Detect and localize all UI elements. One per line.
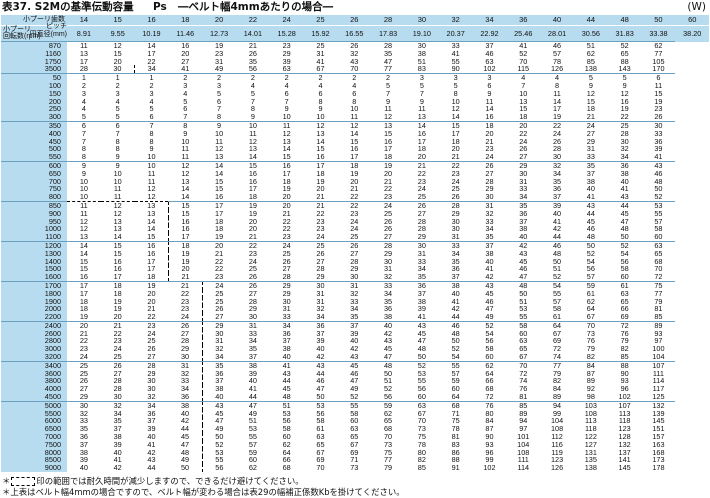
pulley-rpm-pitch-label: 小プーリ 回転数(rpm) ピッチ 円直径(mm) xyxy=(1,23,67,42)
teeth-cell: 25 xyxy=(303,15,338,26)
pitch-diameter-cell: 30.56 xyxy=(573,25,608,42)
capacity-cell: 68 xyxy=(282,463,291,473)
table-id: 表37. S2Mの基準伝動容量 xyxy=(2,1,134,13)
capacity-cell: 102 xyxy=(483,463,496,473)
teeth-cell: 40 xyxy=(540,15,574,26)
pitch-diameter-cell: 9.55 xyxy=(100,25,135,42)
pitch-diameter-cell: 28.01 xyxy=(540,25,574,42)
teeth-cell: 60 xyxy=(675,15,710,26)
footnote-2: ＊上表はベルト幅4mmの場合ですので、ベルト幅が変わる場合は表29の幅補正係数K… xyxy=(2,487,405,497)
pitch-diameter-cell: 19.10 xyxy=(404,25,439,42)
capacity-cell: 70 xyxy=(316,463,325,473)
capacity-cell: 79 xyxy=(384,463,393,473)
pitch-diameter-cell: 38.20 xyxy=(675,25,710,42)
teeth-cell: 50 xyxy=(641,15,676,26)
table-row: 9000 40 42 44 50 56 62 68 70 73 79 85 91 102 114 126 138… xyxy=(1,463,709,473)
teeth-cell: 26 xyxy=(337,15,372,26)
pitch-diameter-cell: 20.37 xyxy=(438,25,473,42)
capacity-cell: 73 xyxy=(350,463,359,473)
pitch-diameter-cell: 22.92 xyxy=(472,25,507,42)
pitch-diameter-cell: 31.83 xyxy=(607,25,642,42)
footnote-1: ＊ 印の範囲では耐久時間が減少しますので、できるだけ避けてください。 xyxy=(2,476,304,486)
pitch-diameter-cell: 8.91 xyxy=(67,25,101,42)
teeth-cell: 18 xyxy=(168,15,203,26)
symbol: Ps xyxy=(153,1,167,13)
diameter-label: 円直径(mm) xyxy=(29,31,67,38)
footnote-1-prefix: ＊ xyxy=(2,476,11,486)
pitch-diameter-cell: 16.55 xyxy=(337,25,372,42)
pitch-diameter-cell: 15.28 xyxy=(269,25,304,42)
unit-label: (W) xyxy=(687,1,706,13)
rpm-cell: 9000 xyxy=(1,464,67,473)
pitch-diameter-cell: 17.83 xyxy=(371,25,405,42)
pitch-diameter-cell: 33.38 xyxy=(641,25,676,42)
capacity-cell: 126 xyxy=(550,463,564,473)
teeth-cell: 32 xyxy=(438,15,473,26)
teeth-cell: 24 xyxy=(269,15,304,26)
teeth-cell: 14 xyxy=(67,15,101,26)
teeth-cell: 44 xyxy=(573,15,608,26)
pitch-diameter-cell: 11.46 xyxy=(168,25,203,42)
capacity-cell: 178 xyxy=(652,463,665,473)
teeth-cell: 28 xyxy=(371,15,405,26)
teeth-cell: 36 xyxy=(506,15,541,26)
capacity-cell: 50 xyxy=(168,464,203,473)
teeth-cell: 30 xyxy=(404,15,439,26)
footnote-1-text: 印の範囲では耐久時間が減少しますので、できるだけ避けてください。 xyxy=(36,476,304,486)
power-rating-table: 小プーリ歯数 14 15 16 18 20 22 24 25 26 28 30 32 34 36 40 44 4… xyxy=(1,15,710,473)
capacity-cell: 138 xyxy=(584,463,597,473)
table-subtitle: ―ベルト幅4mmあたりの場合― xyxy=(178,1,334,13)
capacity-cell: 114 xyxy=(517,463,530,473)
pitch-diameter-cell: 10.19 xyxy=(134,25,169,42)
pitch-diameter-cell: 12.73 xyxy=(202,25,236,42)
capacity-cell: 40 xyxy=(79,463,88,473)
capacity-cell: 56 xyxy=(215,463,224,473)
pitch-diameter-cell: 25.46 xyxy=(506,25,541,42)
capacity-cell: 91 xyxy=(451,463,460,473)
teeth-cell: 16 xyxy=(134,15,169,26)
pitch-diameter-cell: 15.92 xyxy=(303,25,338,42)
pitch-diameter-cell: 14.01 xyxy=(235,25,270,42)
capacity-cell: 145 xyxy=(618,463,631,473)
capacity-cell: 85 xyxy=(417,463,426,473)
capacity-cell: 62 xyxy=(248,463,257,473)
teeth-cell: 48 xyxy=(607,15,642,26)
pitch-header-row: 小プーリ 回転数(rpm) ピッチ 円直径(mm) 8.91 9.55 10.19 1… xyxy=(1,23,710,42)
teeth-cell: 22 xyxy=(235,15,270,26)
capacity-cell: 42 xyxy=(113,463,122,473)
dashed-range-legend xyxy=(11,477,36,486)
pitch-label: ピッチ xyxy=(46,23,67,30)
teeth-cell: 15 xyxy=(100,15,135,26)
teeth-cell: 20 xyxy=(202,15,236,26)
capacity-cell: 44 xyxy=(147,463,156,473)
table-title-row: 表37. S2Mの基準伝動容量 Ps ―ベルト幅4mmあたりの場合― (W) xyxy=(2,0,708,16)
teeth-cell: 34 xyxy=(472,15,507,26)
teeth-header-row: 小プーリ歯数 14 15 16 18 20 22 24 25 26 28 30 32 34 36 40 44 4… xyxy=(1,15,710,26)
